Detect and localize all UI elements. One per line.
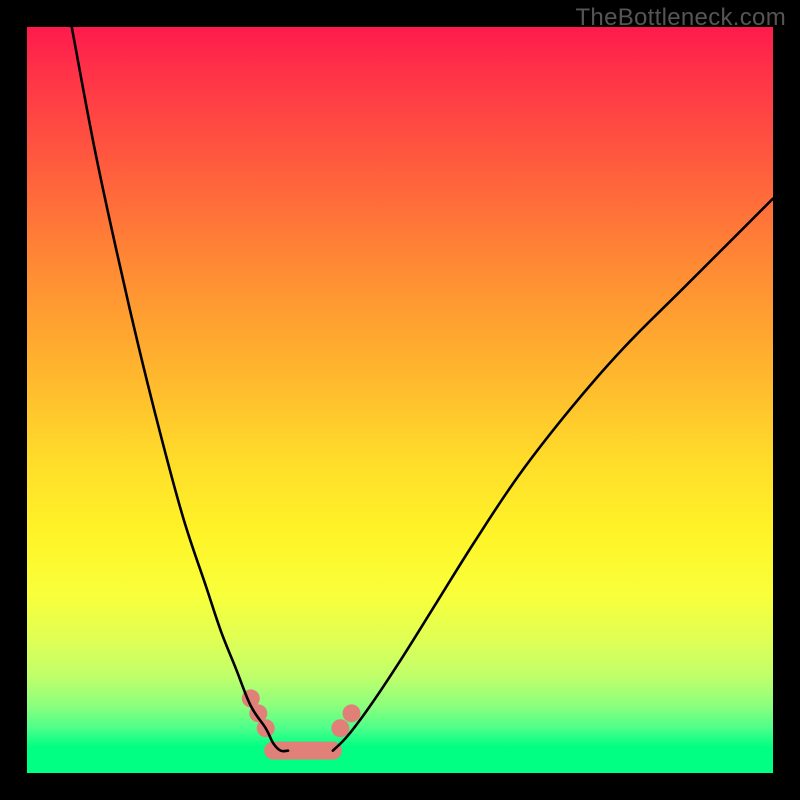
- salmon-marker: [343, 704, 361, 722]
- curve-layer: [27, 27, 773, 773]
- salmon-marker: [331, 719, 349, 737]
- watermark-text: TheBottleneck.com: [575, 4, 786, 32]
- plot-area: [27, 27, 773, 773]
- right-curve: [333, 199, 773, 751]
- chart-frame: TheBottleneck.com: [0, 0, 800, 800]
- salmon-marker-group: [242, 689, 361, 737]
- left-curve: [72, 27, 288, 751]
